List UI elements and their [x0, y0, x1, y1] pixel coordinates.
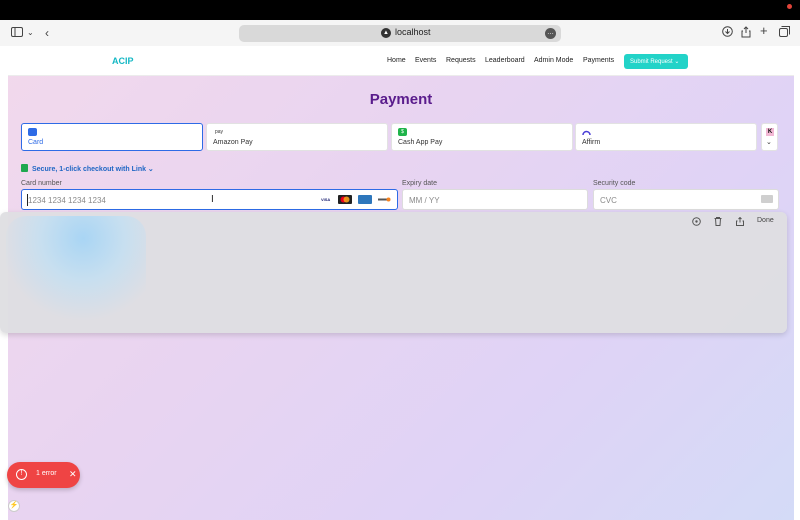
download-icon[interactable]	[692, 217, 701, 228]
submit-request-label: Submit Request	[630, 59, 673, 65]
amazon-pay-icon: pay	[214, 129, 224, 135]
cash-app-icon: $	[398, 128, 407, 136]
nav-link-events[interactable]: Events	[415, 57, 436, 64]
tab-amazon-pay-label: Amazon Pay	[213, 139, 253, 146]
mastercard-icon	[338, 195, 353, 204]
expiry-date-label: Expiry date	[402, 180, 438, 187]
url-text: localhost	[395, 27, 431, 37]
submit-request-button[interactable]: Submit Request ⌄	[624, 54, 688, 69]
sidebar-icon[interactable]	[11, 26, 23, 40]
amex-icon	[357, 195, 372, 204]
blurred-overlay-panel: Done	[0, 212, 787, 333]
klarna-icon: K	[766, 128, 774, 136]
card-number-placeholder: 1234 1234 1234 1234	[28, 196, 106, 205]
expiry-date-input[interactable]: MM / YY	[402, 189, 588, 210]
security-code-input[interactable]: CVC	[593, 189, 779, 210]
chevron-down-icon: ⌄	[674, 59, 680, 65]
nav-link-leaderboard[interactable]: Leaderboard	[485, 57, 525, 64]
new-tab-icon[interactable]: +	[760, 24, 768, 38]
download-icon[interactable]	[722, 26, 733, 40]
lightning-icon[interactable]: ⚡	[8, 500, 20, 512]
discover-icon	[377, 195, 391, 204]
ibeam-cursor-icon: I	[211, 194, 214, 205]
expiry-placeholder: MM / YY	[409, 196, 440, 205]
tab-affirm[interactable]: Affirm	[575, 123, 757, 151]
tab-card-label: Card	[28, 139, 44, 146]
app-navbar: ACIP Home Events Requests Leaderboard Ad…	[8, 46, 794, 76]
blurred-preview	[6, 216, 146, 328]
tab-cash-app-pay-label: Cash App Pay	[398, 139, 443, 146]
error-toast[interactable]: ! 1 error ✕	[7, 462, 80, 488]
nav-link-requests[interactable]: Requests	[446, 57, 476, 64]
lock-icon	[21, 164, 28, 172]
chevron-down-icon: ⌄	[766, 139, 772, 146]
tab-card[interactable]: Card	[21, 123, 203, 151]
security-code-label: Security code	[593, 180, 636, 187]
share-icon[interactable]	[736, 216, 744, 228]
affirm-icon	[582, 128, 591, 136]
cvc-card-icon	[761, 195, 773, 203]
card-number-input[interactable]: 1234 1234 1234 1234 I VISA	[21, 189, 398, 210]
trash-icon[interactable]	[714, 217, 722, 228]
share-icon[interactable]	[741, 26, 751, 41]
error-count: 1 error	[36, 470, 57, 477]
done-button[interactable]: Done	[757, 217, 774, 224]
error-icon: !	[16, 469, 27, 480]
chevron-down-icon: ⌄	[145, 166, 154, 173]
nav-link-payments[interactable]: Payments	[583, 57, 614, 64]
close-icon[interactable]: ✕	[69, 469, 77, 480]
card-icon	[28, 128, 37, 136]
link-checkout[interactable]: Secure, 1-click checkout with Link ⌄	[21, 164, 154, 173]
back-icon[interactable]: ‹	[45, 26, 49, 40]
tab-amazon-pay[interactable]: pay Amazon Pay	[206, 123, 388, 151]
nav-link-home[interactable]: Home	[387, 57, 406, 64]
more-methods-button[interactable]: K ⌄	[761, 123, 778, 151]
brand-logo[interactable]: ACIP	[112, 56, 134, 66]
tabs-overview-icon[interactable]	[779, 26, 790, 40]
tab-affirm-label: Affirm	[582, 139, 601, 146]
tab-cash-app-pay[interactable]: $ Cash App Pay	[391, 123, 573, 151]
visa-icon: VISA	[320, 197, 331, 202]
cvc-placeholder: CVC	[600, 196, 617, 205]
secure-checkout-text: Secure, 1-click checkout with Link	[32, 166, 146, 173]
nav-link-admin-mode[interactable]: Admin Mode	[534, 57, 573, 64]
page-title: Payment	[369, 91, 433, 108]
notification-dot	[787, 4, 792, 9]
browser-toolbar: ⌄ ‹ ▲ localhost … +	[0, 20, 800, 46]
card-number-label: Card number	[21, 180, 62, 187]
chevron-down-icon[interactable]: ⌄	[27, 26, 34, 40]
site-icon: ▲	[381, 28, 391, 38]
more-icon[interactable]: …	[545, 28, 556, 39]
address-bar[interactable]: ▲ localhost …	[239, 25, 561, 42]
top-bar	[0, 0, 800, 20]
card-brands: VISA	[318, 195, 391, 205]
